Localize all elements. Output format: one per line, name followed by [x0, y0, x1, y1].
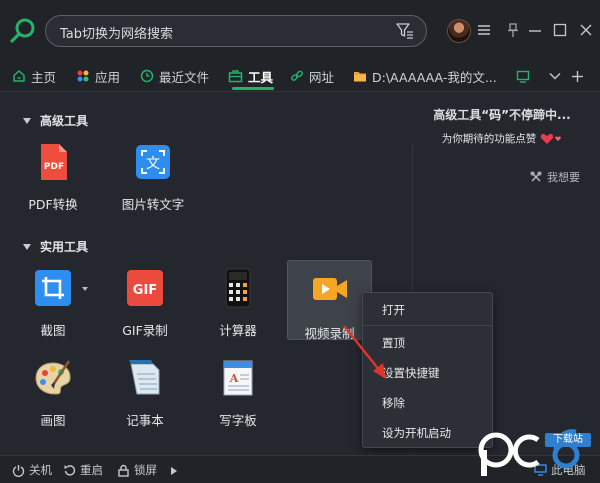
power-icon: [12, 464, 25, 477]
screenshot-dropdown-icon[interactable]: [82, 287, 88, 291]
active-tab-indicator: [232, 87, 274, 90]
wordpad-icon: A: [223, 360, 253, 396]
tool-gif-label: GIF录制: [122, 323, 168, 338]
promo-subtitle-text: 为你期待的功能点赞: [441, 133, 537, 145]
tool-pdf-convert[interactable]: PDF PDF转换: [8, 142, 98, 213]
tool-notepad[interactable]: 记事本: [100, 358, 190, 429]
tools-cross-icon: [530, 171, 542, 182]
clock-icon: [140, 69, 154, 83]
tab-tools[interactable]: 工具: [228, 66, 273, 86]
promo-title-emphasis: “码”: [481, 108, 510, 122]
image-to-text-icon: 文: [136, 145, 170, 179]
lock-screen-button[interactable]: 锁屏: [117, 462, 157, 478]
section-practical-label: 实用工具: [40, 240, 89, 254]
shutdown-label: 关机: [29, 463, 52, 477]
tab-bar: 主页 应用 最近文件 工具 网址 D:\AAAAAA-我的文...: [0, 60, 600, 92]
lock-label: 锁屏: [134, 463, 157, 477]
tool-calculator[interactable]: 计算器: [193, 268, 283, 339]
tab-url[interactable]: 网址: [290, 66, 334, 86]
home-icon: [13, 70, 25, 82]
wish-button[interactable]: 我想要: [530, 169, 580, 185]
annotation-arrow-icon: [343, 325, 386, 379]
section-advanced-label: 高级工具: [40, 114, 89, 128]
collapse-triangle-icon: [23, 243, 31, 250]
svg-text:A: A: [229, 372, 239, 385]
tab-home[interactable]: 主页: [12, 66, 56, 86]
promo-title-post: 不停蹄中...: [509, 108, 571, 122]
menu-item-open[interactable]: 打开: [363, 298, 492, 322]
notepad-icon: [129, 360, 160, 395]
shutdown-button[interactable]: 关机: [12, 462, 52, 478]
paint-palette-icon: [35, 360, 71, 395]
tab-url-label: 网址: [309, 69, 335, 85]
tool-paint[interactable]: 画图: [8, 358, 98, 429]
tab-folder-label: D:\AAAAAA-我的文...: [372, 69, 497, 85]
chevron-down-icon[interactable]: [549, 72, 561, 80]
more-arrow-icon[interactable]: [171, 467, 177, 475]
tab-tools-label: 工具: [248, 69, 274, 85]
watermark-badge: 下载站: [545, 433, 591, 447]
filter-icon[interactable]: [396, 23, 414, 39]
promo-title-pre: 高级工具: [433, 108, 482, 122]
gif-icon: GIF: [127, 270, 163, 306]
menu-item-remove[interactable]: 移除: [363, 391, 492, 415]
tool-notepad-label: 记事本: [126, 413, 164, 428]
tab-recent-label: 最近文件: [159, 69, 210, 85]
crop-icon: [35, 270, 71, 306]
apps-icon: [77, 70, 89, 82]
search-placeholder: Tab切换为网络搜索: [60, 27, 174, 42]
wish-label: 我想要: [547, 171, 580, 184]
pdf-icon: PDF: [41, 144, 67, 180]
menu-item-startup[interactable]: 设为开机启动: [363, 421, 492, 445]
tool-image-to-text-label: 图片转文字: [121, 197, 185, 212]
close-icon[interactable]: [578, 22, 594, 38]
svg-text:PDF: PDF: [44, 162, 64, 172]
tool-image-to-text[interactable]: 文 图片转文字: [108, 142, 198, 213]
pc6-watermark-logo: [478, 429, 580, 476]
plus-icon[interactable]: [571, 70, 584, 83]
tool-calculator-label: 计算器: [219, 323, 257, 338]
tab-home-label: 主页: [31, 69, 57, 85]
tool-gif-record[interactable]: GIF GIF录制: [100, 268, 190, 339]
collapse-triangle-icon: [23, 117, 31, 124]
tool-screenshot[interactable]: 截图: [8, 268, 98, 339]
tab-folder[interactable]: D:\AAAAAA-我的文...: [353, 66, 497, 86]
lock-icon: [118, 464, 129, 477]
toolbox-icon: [228, 70, 243, 83]
search-input[interactable]: Tab切换为网络搜索: [45, 15, 427, 47]
folder-icon: [354, 71, 366, 81]
minimize-icon[interactable]: [527, 22, 543, 38]
svg-text:文: 文: [146, 156, 160, 172]
tab-apps[interactable]: 应用: [76, 66, 120, 86]
tool-pdf-label: PDF转换: [28, 197, 78, 212]
tab-recent-files[interactable]: 最近文件: [140, 66, 209, 86]
section-advanced-tools[interactable]: 高级工具: [23, 112, 88, 129]
pin-icon[interactable]: [505, 22, 521, 38]
restart-icon: [64, 464, 76, 476]
search-logo-icon: [10, 18, 35, 43]
link-icon: [291, 70, 303, 81]
heart-icon: [541, 133, 562, 144]
calculator-icon: [225, 268, 251, 308]
menu-icon[interactable]: [476, 22, 492, 38]
tab-apps-label: 应用: [95, 69, 121, 85]
restart-button[interactable]: 重启: [63, 462, 103, 478]
tool-wordpad-label: 写字板: [219, 413, 257, 428]
video-camera-icon: [312, 278, 347, 300]
tool-screenshot-label: 截图: [40, 323, 66, 338]
section-practical-tools[interactable]: 实用工具: [23, 238, 88, 255]
promo-title: 高级工具“码”不停蹄中...: [412, 106, 592, 123]
user-avatar[interactable]: [447, 19, 471, 43]
maximize-icon[interactable]: [552, 22, 568, 38]
tool-paint-label: 画图: [40, 413, 66, 428]
monitor-icon[interactable]: [516, 70, 530, 83]
promo-subtitle: 为你期待的功能点赞: [412, 131, 592, 146]
tool-wordpad[interactable]: A 写字板: [193, 358, 283, 429]
restart-label: 重启: [80, 463, 103, 477]
svg-text:GIF: GIF: [133, 283, 157, 298]
title-bar: Tab切换为网络搜索: [0, 0, 600, 60]
